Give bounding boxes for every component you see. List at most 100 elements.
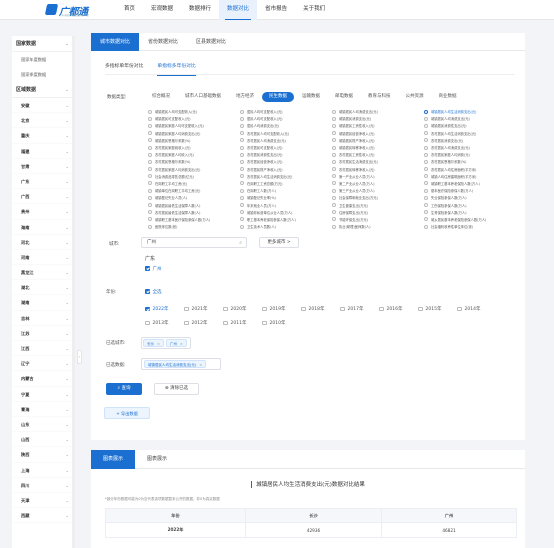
year-checkbox[interactable]: 2012年 [184,316,223,330]
indicator-radio[interactable]: 城镇居民消费支出(元) [332,115,424,122]
year-checkbox[interactable]: 2015年 [418,302,457,316]
indicator-radio[interactable]: 居民人均消费支出(元) [240,122,332,129]
year-checkbox[interactable]: 2020年 [223,302,262,316]
sidebar-item-region[interactable]: 江西 ⌄ [12,341,75,357]
indicator-radio[interactable]: 农村居民家庭人均收入(元) [148,151,240,158]
sidebar-item-national-annual[interactable]: 国家年度数据 [12,52,75,67]
indicator-radio[interactable]: 农村居民工资性收入(元) [332,151,424,158]
indicator-radio[interactable]: 城镇居民转移净收入(元) [332,144,424,151]
indicator-radio[interactable]: 卫生技术人员数(人) [240,223,332,230]
indicator-radio[interactable]: 城镇单位在岗职工平均工资(元) [148,187,240,194]
sidebar-item-region[interactable]: 海南 ⌄ [12,220,75,235]
close-icon[interactable]: × [157,342,160,346]
year-checkbox[interactable]: 2014年 [457,302,496,316]
tab-county-compare[interactable]: 区县数据对比 [187,33,235,51]
category-public[interactable]: 公共资源 [399,92,431,102]
year-checkbox[interactable]: 2019年 [262,302,301,316]
sidebar-item-region[interactable]: 广东 ⌄ [12,174,75,190]
sidebar-item-region[interactable]: 山东 ⌄ [12,417,75,433]
sidebar-item-region[interactable]: 吉林 ⌄ [12,311,75,326]
year-checkbox[interactable]: 2018年 [301,302,340,316]
tab-multi-indicator[interactable]: 多指标单年份对比 [105,61,143,74]
indicator-radio[interactable]: 城镇居民工资性收入(元) [332,122,424,129]
year-checkbox[interactable]: 2011年 [223,316,262,330]
sidebar-collapse-handle[interactable]: ‹ [77,350,82,364]
indicator-radio[interactable]: 城镇居民人均消费支出(元) [424,115,516,122]
indicator-radio[interactable]: 在岗职工工资总额(万元) [240,180,332,187]
nav-ranking[interactable]: 数据排行 [181,0,219,20]
indicator-radio[interactable]: 城镇居民人均生活消费支出(元) [424,108,516,115]
indicator-radio[interactable]: 农村居民人均生活消费支出(元) [424,130,516,137]
site-logo[interactable]: 广都通 广州市统计局数据开放平台 [44,3,102,18]
sidebar-item-region[interactable]: 广西 ⌄ [12,189,75,205]
indicator-radio[interactable]: 农村居民生活消费支出(元) [332,158,424,165]
indicator-radio[interactable]: 城镇居民家庭人均可支配收入(元) [148,122,240,129]
indicator-radio[interactable]: 城镇居民家庭人均消费支出(元) [148,130,240,137]
category-population[interactable]: 城市人口基础数据 [178,92,228,102]
year-checkbox[interactable]: 2016年 [379,302,418,316]
sidebar-section-region[interactable]: 区域数据 ⌄ [12,82,75,98]
indicator-radio[interactable]: 城乡居民基本养老保险参保人数(万人) [424,216,516,223]
indicator-radio[interactable]: 城镇职工基本医疗保险参保人数(万人) [148,216,240,223]
category-post[interactable]: 邮电数据 [328,92,360,102]
sidebar-item-region[interactable]: 青海 ⌄ [12,402,75,417]
sidebar-item-region[interactable]: 上海 ⌄ [12,463,75,478]
indicator-radio[interactable]: 居民人均可支配收入(元) [240,115,332,122]
more-cities-button[interactable]: 更多城市 > [259,237,299,248]
indicator-radio[interactable]: 医院床位数(张) [148,223,240,230]
sidebar-item-national-quarterly[interactable]: 国家季度数据 [12,67,75,82]
tab-city-compare[interactable]: 城市数据对比 [91,33,140,51]
sidebar-item-region[interactable]: 河北 ⌄ [12,235,75,250]
indicator-radio[interactable]: 在岗职工平均工资(元) [148,180,240,187]
year-checkbox[interactable]: 2010年 [262,316,301,330]
sidebar-scrollbar[interactable] [72,36,75,548]
indicator-radio[interactable]: 农村居民家庭人均消费(元) [424,151,516,158]
sidebar-item-region[interactable]: 湖南 ⌄ [12,295,75,311]
indicator-radio[interactable]: 城镇人均住房建筑面积(平方米) [424,173,516,180]
nav-reports[interactable]: 省市报告 [257,0,295,20]
indicator-radio[interactable]: 卫生健康支出(万元) [332,201,424,208]
indicator-radio[interactable]: 工伤保险参保人数(万人) [424,201,516,208]
indicator-radio[interactable]: 农村居民可支配收入(元) [240,144,332,151]
indicator-radio[interactable]: 职工基本养老保险参保人数(万人) [240,216,332,223]
sidebar-item-region[interactable]: 黑龙江 ⌄ [12,265,75,281]
sidebar-item-region[interactable]: 安徽 ⌄ [12,98,75,114]
sidebar-item-region[interactable]: 四川 ⌄ [12,478,75,493]
indicator-radio[interactable]: 农村居民经营净收入(元) [240,158,332,165]
indicator-radio[interactable]: 住房保障支出(万元) [332,209,424,216]
sidebar-item-region[interactable]: 福建 ⌄ [12,144,75,159]
indicator-radio[interactable]: 社会保障和就业支出(万元) [332,194,424,201]
sidebar-item-region[interactable]: 湖北 ⌄ [12,280,75,296]
sidebar-item-region[interactable]: 辽宁 ⌄ [12,356,75,372]
year-checkbox[interactable]: 2017年 [340,302,379,316]
indicator-radio[interactable]: 农村居民恩格尔系数(%) [424,158,516,165]
year-checkbox[interactable]: 2022年 [145,302,184,316]
nav-macro-data[interactable]: 宏观数据 [143,0,181,20]
sidebar-item-region[interactable]: 陕西 ⌄ [12,447,75,463]
indicator-radio[interactable]: 年末就业人员(万人) [240,201,332,208]
tab-chart-view[interactable]: 图表展示 [91,450,136,469]
sidebar-item-region[interactable]: 西藏 ⌄ [12,508,75,524]
indicator-radio[interactable]: 失业保险参保人数(万人) [424,194,516,201]
indicator-radio[interactable]: 农村居民转移净收入(元) [332,166,424,173]
indicator-radio[interactable]: 农村居民消费支出(元) [424,137,516,144]
nav-about[interactable]: 关于我们 [295,0,333,20]
indicator-radio[interactable]: 城镇居民人均消费支出(元) [332,108,424,115]
indicator-radio[interactable]: 城镇居民人均可支配收入(元) [148,108,240,115]
clear-selection-button[interactable]: ⊗ 清除已选 [154,383,199,395]
tab-table-view[interactable]: 图表展示 [135,450,179,469]
sidebar-item-region[interactable]: 贵州 ⌄ [12,204,75,220]
category-overview[interactable]: 综合概况 [145,92,177,102]
indicator-radio[interactable]: 社会福利收养性单位床位(张) [424,223,516,230]
indicator-radio[interactable]: 城镇居民恩格尔系数(%) [148,137,240,144]
sidebar-item-region[interactable]: 甘肃 ⌄ [12,159,75,174]
indicator-radio[interactable]: 社会消费品零售总额(亿元) [148,173,240,180]
indicator-radio[interactable]: 农村居民家庭人均消费支出(元) [148,166,240,173]
indicator-radio[interactable]: 城镇非私营单位从业人员(万人) [240,209,332,216]
indicator-radio[interactable]: 城镇职工基本养老保险人数(万人) [424,180,516,187]
year-checkbox[interactable]: 2021年 [184,302,223,316]
indicator-radio[interactable]: 第二产业从业人员(万人) [332,180,424,187]
sidebar-item-region[interactable]: 北京 ⌄ [12,113,75,129]
indicator-radio[interactable]: 农村居民恩格尔系数(%) [148,158,240,165]
category-livelihood[interactable]: 民生数据 [262,92,294,102]
